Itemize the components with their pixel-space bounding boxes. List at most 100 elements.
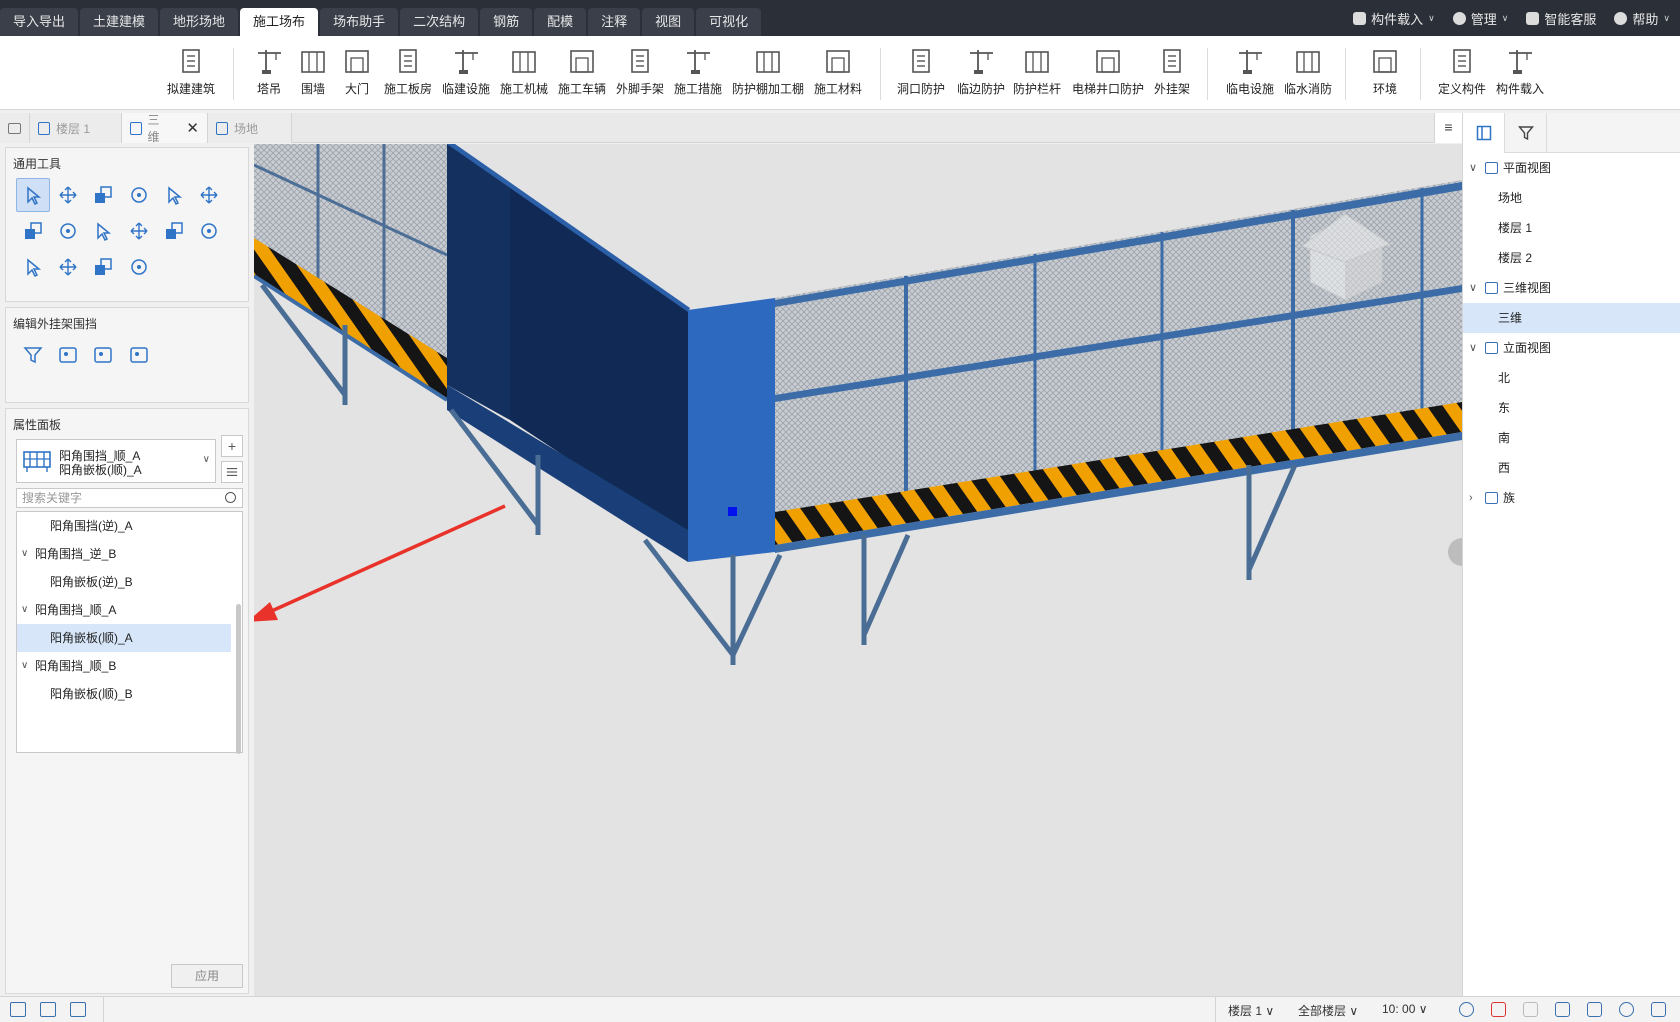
align-icon[interactable] <box>157 178 191 212</box>
grid-layout-icon[interactable] <box>10 1002 26 1017</box>
palette-icon[interactable] <box>51 338 85 372</box>
tree-item[interactable]: 阳角嵌板(顺)_B <box>17 680 231 708</box>
view-tree-item[interactable]: ∨ 立面视图 <box>1463 333 1680 363</box>
filter-tab[interactable] <box>1505 113 1547 153</box>
tree-item[interactable]: ∨ 阳角围挡_逆_B <box>17 540 231 568</box>
ribbon-button[interactable]: 施工材料 <box>798 46 878 104</box>
top-tab[interactable]: 地形场地 <box>160 8 239 36</box>
type-settings-button[interactable] <box>221 461 243 483</box>
split-layout-icon[interactable] <box>40 1002 56 1017</box>
measure-icon[interactable] <box>86 250 120 284</box>
type-selector[interactable]: 阳角围挡_顺_A 阳角嵌板(顺)_A ∨ <box>16 439 216 483</box>
time-select[interactable]: 10: 00 ∨ <box>1382 1002 1428 1016</box>
mirror-icon[interactable] <box>16 250 50 284</box>
extend-icon[interactable] <box>86 214 120 248</box>
offset-icon[interactable] <box>16 214 50 248</box>
tree-item[interactable]: 阳角嵌板(逆)_B <box>17 568 231 596</box>
smart-service-button[interactable]: 智能客服 <box>1526 9 1596 28</box>
top-tab[interactable]: 土建建模 <box>80 8 159 36</box>
break-icon[interactable] <box>157 214 191 248</box>
split-icon[interactable] <box>192 178 226 212</box>
tab-floor1[interactable]: 楼层 1 <box>30 113 122 143</box>
3d-viewport[interactable] <box>254 144 1462 996</box>
tab-3d[interactable]: 三维 ✕ <box>122 113 208 144</box>
move-icon[interactable] <box>51 178 85 212</box>
edit-doc-icon[interactable] <box>122 338 156 372</box>
expand-chevron-icon[interactable]: ∨ <box>21 540 28 568</box>
array-icon[interactable] <box>192 214 226 248</box>
light-bulb-icon[interactable] <box>1523 1002 1538 1017</box>
angle-icon[interactable] <box>122 250 156 284</box>
view-switch-button[interactable] <box>0 113 30 143</box>
floor-select[interactable]: 楼层 1 ∨ <box>1228 1002 1274 1019</box>
view-tree-item[interactable]: 三维 <box>1463 303 1680 333</box>
ribbon-button[interactable]: 临水消防 <box>1268 46 1348 104</box>
ribbon-button[interactable]: 防护栏杆 <box>997 46 1077 104</box>
texture-icon[interactable] <box>1587 1002 1602 1017</box>
panel-collapse-handle[interactable] <box>1448 538 1462 566</box>
view-tree-item[interactable]: 西 <box>1463 453 1680 483</box>
trim-icon[interactable] <box>122 214 156 248</box>
search-input[interactable]: 搜索关键字 <box>16 488 243 508</box>
view-tree-item[interactable]: › 族 <box>1463 483 1680 513</box>
select-icon[interactable] <box>16 178 50 212</box>
top-tab[interactable]: 配模 <box>534 8 587 36</box>
image-edit-icon[interactable] <box>86 338 120 372</box>
tree-item[interactable]: ∨ 阳角围挡_顺_B <box>17 652 231 680</box>
search-icon[interactable] <box>225 492 236 503</box>
copy-icon[interactable] <box>86 178 120 212</box>
view-tree-item[interactable]: 楼层 2 <box>1463 243 1680 273</box>
tab-site[interactable]: 场地 <box>208 113 292 143</box>
top-tab[interactable]: 钢筋 <box>480 8 533 36</box>
stretch-icon[interactable] <box>51 214 85 248</box>
ribbon-button[interactable]: 拟建建筑 <box>151 46 231 104</box>
view-tree-item[interactable]: 北 <box>1463 363 1680 393</box>
tree-item[interactable]: 阳角围挡(逆)_A <box>17 512 231 540</box>
view-tree-item[interactable]: 南 <box>1463 423 1680 453</box>
ribbon-button[interactable]: 防护棚加工棚 <box>728 46 808 104</box>
ribbon-button[interactable]: 环境 <box>1345 46 1425 104</box>
top-tab[interactable]: 场布助手 <box>320 8 399 36</box>
view-tree-item[interactable]: 场地 <box>1463 183 1680 213</box>
add-type-button[interactable]: + <box>221 435 243 457</box>
cube-icon[interactable] <box>1651 1002 1666 1017</box>
scrollbar[interactable] <box>236 604 241 754</box>
view-tree-item[interactable]: 楼层 1 <box>1463 213 1680 243</box>
close-icon[interactable]: ✕ <box>186 119 199 137</box>
expand-chevron-icon[interactable]: ∨ <box>1469 153 1477 183</box>
expand-chevron-icon[interactable]: › <box>1469 483 1473 513</box>
no-shadow-icon[interactable] <box>1491 1002 1506 1017</box>
expand-chevron-icon[interactable]: ∨ <box>21 596 28 624</box>
filter-icon[interactable] <box>16 338 50 372</box>
ribbon-button[interactable]: 构件载入 <box>1480 46 1560 104</box>
delete-icon[interactable] <box>51 250 85 284</box>
view-tree-item[interactable]: 东 <box>1463 393 1680 423</box>
apply-button[interactable]: 应用 <box>171 964 243 988</box>
expand-chevron-icon[interactable]: ∨ <box>21 652 28 680</box>
tree-item[interactable]: 阳角嵌板(顺)_A <box>17 624 231 652</box>
top-tab[interactable]: 可视化 <box>696 8 762 36</box>
manage-menu[interactable]: 管理 ∨ <box>1452 9 1508 28</box>
all-floors-select[interactable]: 全部楼层 ∨ <box>1298 1002 1358 1019</box>
top-tab[interactable]: 施工场布 <box>240 8 319 36</box>
ribbon-button[interactable]: 施工措施 <box>658 46 738 104</box>
top-tab[interactable]: 二次结构 <box>400 8 479 36</box>
tile-layout-icon[interactable] <box>70 1002 86 1017</box>
expand-chevron-icon[interactable]: ∨ <box>1469 273 1477 303</box>
sun-icon[interactable] <box>1459 1002 1474 1017</box>
tabs-menu-button[interactable]: ≡ <box>1434 113 1462 143</box>
zoom-icon[interactable] <box>1619 1002 1634 1017</box>
view-tree-item[interactable]: ∨ 平面视图 <box>1463 153 1680 183</box>
view-browser-tab[interactable] <box>1463 113 1505 153</box>
render-icon[interactable] <box>1555 1002 1570 1017</box>
rotate-icon[interactable] <box>122 178 156 212</box>
expand-chevron-icon[interactable]: ∨ <box>1469 333 1477 363</box>
top-tab[interactable]: 导入导出 <box>0 8 79 36</box>
tree-item[interactable]: ∨ 阳角围挡_顺_A <box>17 596 231 624</box>
view-tree-item[interactable]: ∨ 三维视图 <box>1463 273 1680 303</box>
top-tab[interactable]: 注释 <box>588 8 641 36</box>
component-load-menu[interactable]: 构件载入 ∨ <box>1353 9 1435 28</box>
top-tab[interactable]: 视图 <box>642 8 695 36</box>
ribbon-button[interactable]: 外挂架 <box>1132 46 1212 104</box>
selection-handle[interactable] <box>728 507 737 516</box>
